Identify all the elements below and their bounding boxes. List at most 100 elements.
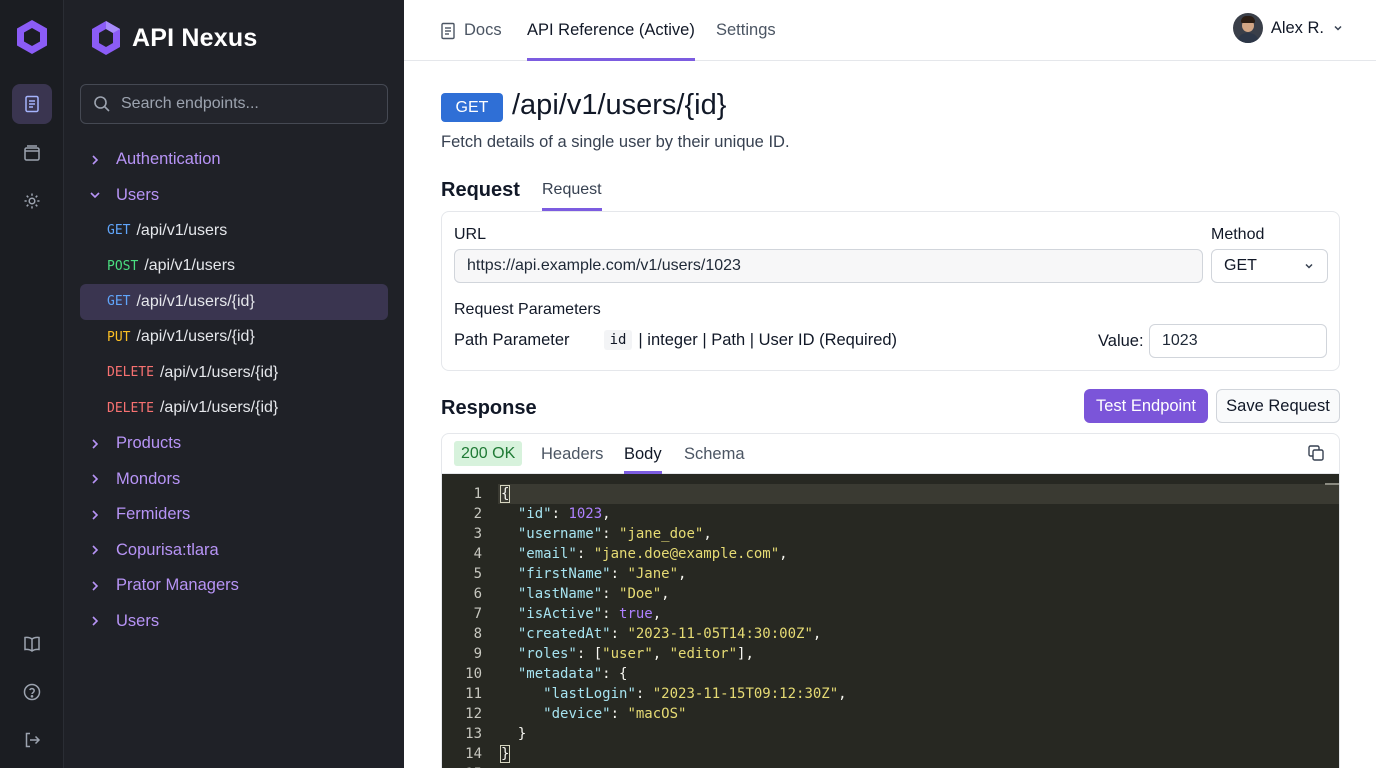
rail-docs-button[interactable] [12,84,52,124]
tab-label: Docs [464,21,502,39]
value-label: Value: [1098,332,1144,350]
code-line: } [501,726,527,742]
method-label: Method [1211,226,1265,243]
save-request-button[interactable]: Save Request [1216,389,1340,423]
app-logo-icon [17,20,47,54]
rail-help-button[interactable] [12,672,52,712]
tab-label: Settings [716,21,776,39]
copy-icon[interactable] [1307,444,1325,462]
code-line: { [499,485,511,503]
line-number: 7 [473,606,482,622]
line-number: 5 [473,566,482,582]
rail-book-button[interactable] [12,624,52,664]
tree-group-authentication[interactable]: Authentication [80,142,388,178]
top-nav: Docs API Reference (Active) Settings Ale… [404,0,1376,61]
tab-schema[interactable]: Schema [684,434,745,474]
help-icon [23,683,41,701]
url-label: URL [454,226,487,243]
app-logo-icon [92,21,120,55]
line-number: 11 [465,686,482,702]
tree-group-users-2[interactable]: Users [80,604,388,640]
chevron-down-icon [1305,263,1313,269]
line-number: 4 [473,546,482,562]
rail-settings-button[interactable] [12,181,52,221]
tree-group-label: Prator Managers [116,576,239,595]
method-tag: DELETE [107,400,154,416]
search-icon [94,96,110,112]
rail-archive-button[interactable] [12,133,52,173]
user-menu[interactable]: Alex R. [1232,13,1344,43]
tab-settings[interactable]: Settings [716,0,776,61]
method-select[interactable]: GET [1211,249,1328,283]
tab-label: API Reference (Active) [527,21,695,39]
code-line: "createdAt": "2023-11-05T14:30:00Z", [517,626,822,642]
page-title: /api/v1/users/{id} [512,89,727,121]
endpoint-description: Fetch details of a single user by their … [441,133,790,151]
app-name: API Nexus [132,23,258,52]
main-content: GET /api/v1/users/{id} Fetch details of … [404,61,1376,768]
tree-endpoint-active[interactable]: GET /api/v1/users/{id} [80,284,388,320]
tab-docs[interactable]: Docs [440,0,502,61]
code-line: "lastLogin": "2023-11-15T09:12:30Z", [543,686,847,702]
chevron-right-icon [92,510,99,520]
param-description: | integer | Path | User ID (Required) [638,330,898,349]
params-heading: Request Parameters [454,301,601,318]
search-input[interactable] [121,95,381,113]
tree-group-label: Authentication [116,150,221,169]
method-tag: GET [107,294,131,310]
tree-endpoint[interactable]: DELETE /api/v1/users/{id} [80,391,388,427]
document-icon [441,22,455,39]
test-endpoint-button[interactable]: Test Endpoint [1084,389,1208,423]
code-line: "device": "macOS" [543,706,687,722]
endpoint-path: /api/v1/users/{id} [159,363,279,381]
status-badge: 200 OK [454,441,523,466]
endpoint-path: /api/v1/users/{id} [159,399,279,417]
tab-headers[interactable]: Headers [541,434,603,474]
line-number: 14 [465,746,482,762]
search-box[interactable] [80,84,388,124]
rail-logout-button[interactable] [12,720,52,760]
tree-endpoint[interactable]: POST /api/v1/users [80,249,388,285]
tab-label: Headers [541,444,604,463]
scrollbar-marker [1325,483,1339,485]
tree-group-prator-managers[interactable]: Prator Managers [80,568,388,604]
line-number: 12 [465,706,482,722]
book-icon [24,636,40,652]
tab-label: Request [542,181,602,198]
tree-group-copurisa[interactable]: Copurisa:tlara [80,533,388,569]
sidebar: API Nexus Authentication Users GET /api/… [64,0,404,768]
code-line: "username": "jane_doe", [517,526,712,542]
tab-body[interactable]: Body [624,434,662,474]
document-icon [25,95,39,113]
endpoint-path: /api/v1/users [144,257,236,275]
tree-endpoint[interactable]: PUT /api/v1/users/{id} [80,320,388,356]
tree-group-label: Copurisa:tlara [116,540,219,559]
code-line: } [499,745,511,763]
response-body-editor[interactable]: 123456789101112131415 { "id": 1023, "use… [442,474,1339,768]
archive-icon [24,145,40,161]
tree-group-label: Users [116,611,160,630]
line-numbers: 123456789101112131415 [442,484,482,768]
tab-request[interactable]: Request [542,181,602,211]
logout-icon [25,732,41,748]
tree-group-label: Products [116,434,182,453]
tree-group-products[interactable]: Products [80,426,388,462]
url-input[interactable] [454,249,1203,283]
line-number: 13 [465,726,482,742]
tree-group-fermiders[interactable]: Fermiders [80,497,388,533]
tab-api-reference[interactable]: API Reference (Active) [527,0,695,61]
param-row: Path Parameter id | integer | Path | Use… [454,330,897,350]
tree-endpoint[interactable]: DELETE /api/v1/users/{id} [80,355,388,391]
brand: API Nexus [90,20,257,56]
code-line: "isActive": true, [517,606,662,622]
line-number: 9 [473,646,482,662]
param-value-input[interactable] [1149,324,1327,358]
method-tag: POST [107,258,139,274]
line-number: 2 [473,506,482,522]
method-tag: PUT [107,329,131,345]
chevron-right-icon [92,155,99,165]
tree-group-mondors[interactable]: Mondors [80,462,388,498]
tree-group-users[interactable]: Users [80,178,388,214]
tree-endpoint[interactable]: GET /api/v1/users [80,213,388,249]
chevron-right-icon [92,474,99,484]
